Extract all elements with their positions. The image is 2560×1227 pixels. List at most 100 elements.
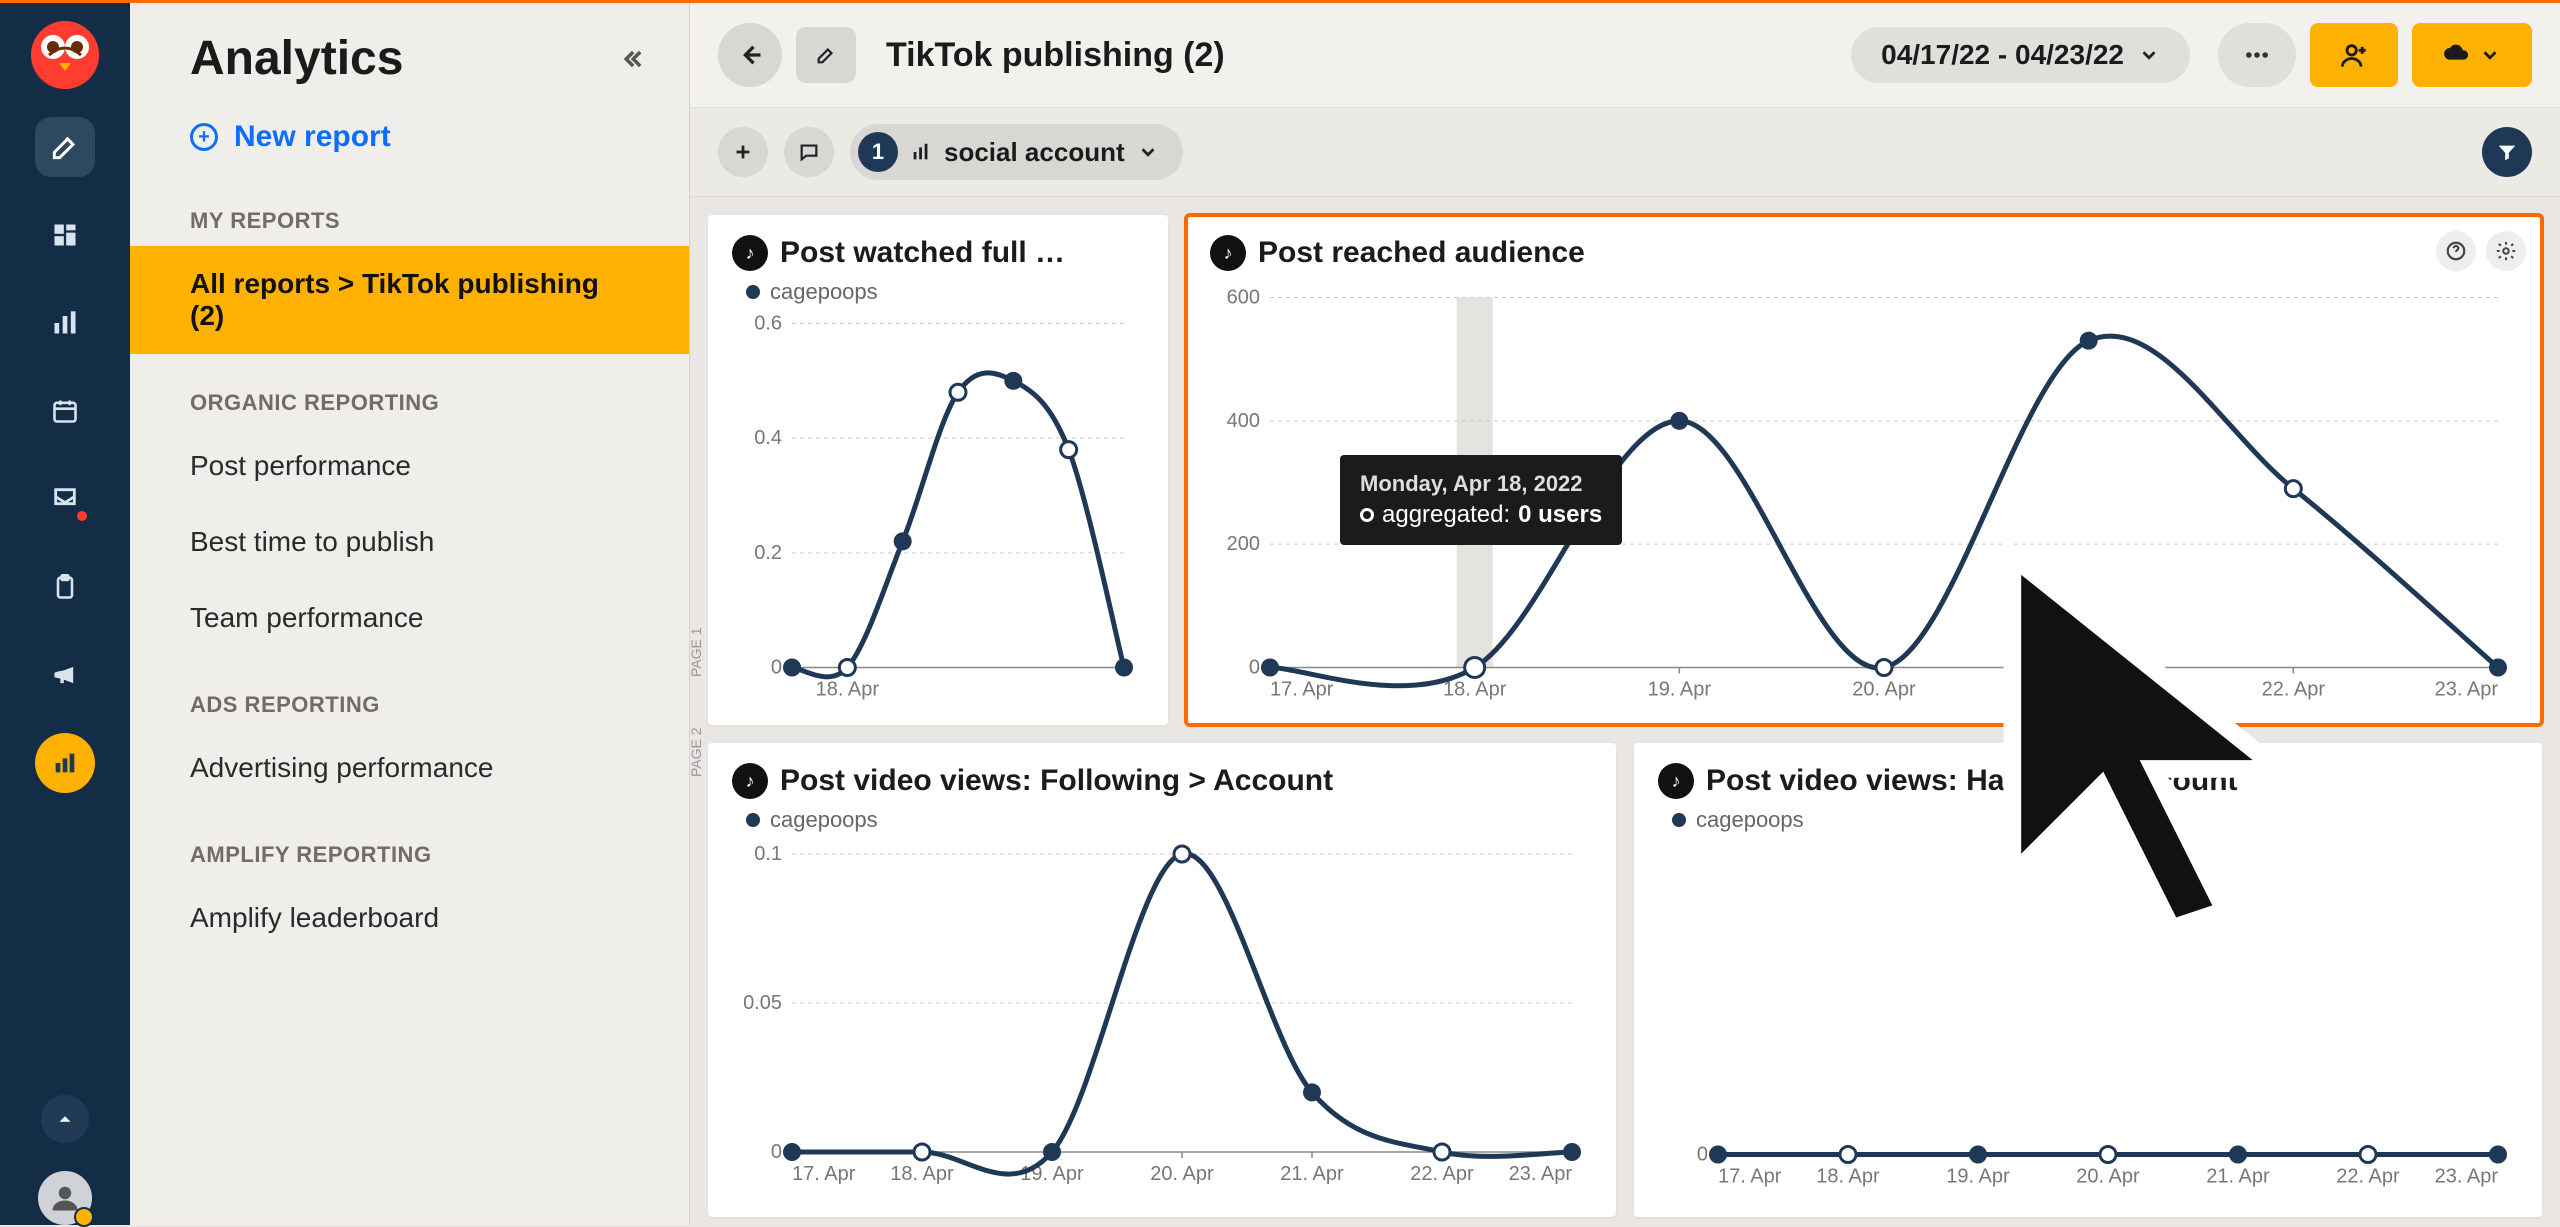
legend-dot-icon [746,285,760,299]
main: TikTok publishing (2) 04/17/22 - 04/23/2… [690,3,2560,1225]
export-button[interactable] [2412,23,2532,87]
card-help-button[interactable] [2436,231,2476,271]
svg-text:0: 0 [1249,657,1260,679]
nav-megaphone[interactable] [35,645,95,705]
svg-text:22. Apr: 22. Apr [2336,1166,2400,1188]
tiktok-icon: ♪ [732,235,768,271]
page-2-label: PAGE 2 [690,727,704,777]
chevron-down-icon [2138,44,2160,66]
nav-dashboard[interactable] [35,205,95,265]
svg-text:200: 200 [1227,533,1260,555]
svg-text:600: 600 [1227,287,1260,309]
chevron-down-icon [1137,141,1159,163]
svg-text:0.05: 0.05 [743,992,782,1014]
tiktok-icon: ♪ [1210,235,1246,271]
svg-text:0: 0 [771,657,782,679]
svg-text:23. Apr: 23. Apr [1509,1163,1573,1185]
card-settings-button[interactable] [2486,231,2526,271]
notification-dot-icon [75,509,89,523]
plus-circle-icon: + [190,123,218,151]
card-video-views-following[interactable]: ♪ Post video views: Following > Account … [708,743,1616,1217]
svg-text:0.1: 0.1 [754,843,782,865]
account-count: 1 [858,132,898,172]
sidebar: Analytics + New report MY REPORTS All re… [130,3,690,1225]
svg-text:0.4: 0.4 [754,427,782,449]
svg-text:19. Apr: 19. Apr [1946,1166,2010,1188]
svg-text:23. Apr: 23. Apr [2435,1166,2499,1188]
svg-text:18. Apr: 18. Apr [816,679,880,701]
nav-insights[interactable] [35,293,95,353]
social-account-filter[interactable]: 1 social account [850,124,1183,180]
more-menu-button[interactable] [2218,23,2296,87]
back-button[interactable] [718,23,782,87]
nav-calendar[interactable] [35,381,95,441]
page-title: TikTok publishing (2) [886,36,1225,75]
sidebar-item-all-reports[interactable]: All reports > TikTok publishing (2) [130,246,689,354]
chart-reached: 020040060017. Apr18. Apr19. Apr20. Apr21… [1210,285,2518,710]
svg-text:0.6: 0.6 [754,313,782,335]
svg-text:20. Apr: 20. Apr [1150,1163,1214,1185]
nav-compose[interactable] [35,117,95,177]
nav-analytics[interactable] [35,733,95,793]
svg-text:17. Apr: 17. Apr [792,1163,856,1185]
nav-inbox[interactable] [35,469,95,529]
svg-text:21. Apr: 21. Apr [2206,1166,2270,1188]
warning-badge-icon [74,1207,94,1227]
card-title: Post watched full … [780,236,1065,270]
svg-text:21. Apr: 21. Apr [1280,1163,1344,1185]
topbar: TikTok publishing (2) 04/17/22 - 04/23/2… [690,3,2560,108]
tiktok-icon: ♪ [732,763,768,799]
sidebar-title: Analytics [190,31,403,86]
svg-text:18. Apr: 18. Apr [890,1163,954,1185]
new-report-label: New report [234,120,391,154]
nav-clipboard[interactable] [35,557,95,617]
svg-text:17. Apr: 17. Apr [1270,679,1334,701]
sidebar-item-ad-performance[interactable]: Advertising performance [130,730,689,806]
tooltip-marker-icon [1360,508,1374,522]
sidebar-collapse-button[interactable] [611,38,653,80]
svg-text:400: 400 [1227,410,1260,432]
report-grid: PAGE 1 PAGE 2 ♪ Post watched full … cage… [690,197,2560,1225]
card-post-reached-audience[interactable]: ♪ Post reached audience 0 200 400 600 17. Ap… [1186,215,2542,725]
card-post-watched-full[interactable]: ♪ Post watched full … cagepoops 00.20.40… [708,215,1168,725]
share-button[interactable] [2310,23,2398,87]
section-amplify: AMPLIFY REPORTING [130,806,689,880]
sidebar-item-post-performance[interactable]: Post performance [130,428,689,504]
daterange-picker[interactable]: 04/17/22 - 04/23/22 [1851,27,2190,83]
comments-button[interactable] [784,127,834,177]
svg-text:19. Apr: 19. Apr [1020,1163,1084,1185]
tooltip-date: Monday, Apr 18, 2022 [1360,471,1602,497]
chart-following: 0 0.05 0.1 17. Apr 18. Apr 19. Apr 20. Apr 21. … [732,839,1592,1197]
section-organic: ORGANIC REPORTING [130,354,689,428]
add-widget-button[interactable] [718,127,768,177]
chart-watched: 0 0.2 0.4 0.6 18. Apr [732,311,1144,710]
legend-label: cagepoops [770,807,878,833]
tooltip-metric: aggregated: [1382,501,1510,529]
svg-text:20. Apr: 20. Apr [2076,1166,2140,1188]
legend-label: cagepoops [770,279,878,305]
account-label: social account [944,137,1125,168]
svg-text:0.2: 0.2 [754,542,782,564]
section-my-reports: MY REPORTS [130,172,689,246]
svg-text:17. Apr: 17. Apr [1718,1166,1782,1188]
svg-text:18. Apr: 18. Apr [1816,1166,1880,1188]
svg-text:0: 0 [1697,1144,1708,1166]
user-avatar[interactable] [38,1171,92,1225]
edit-title-button[interactable] [796,27,856,83]
daterange-label: 04/17/22 - 04/23/22 [1881,39,2124,71]
sidebar-item-amplify-leaderboard[interactable]: Amplify leaderboard [130,880,689,956]
app-logo[interactable] [31,21,99,89]
sidebar-item-team-performance[interactable]: Team performance [130,580,689,656]
chevron-down-icon [2479,44,2501,66]
filter-button[interactable] [2482,127,2532,177]
legend-dot-icon [746,813,760,827]
rail-expand-up[interactable] [41,1095,89,1143]
new-report-button[interactable]: + New report [130,102,689,172]
card-title: Post reached audience [1258,236,1585,270]
cursor-icon [1500,521,2560,946]
card-title: Post video views: Following > Account [780,764,1333,798]
sidebar-item-best-time[interactable]: Best time to publish [130,504,689,580]
svg-text:0: 0 [771,1141,782,1163]
bar-chart-icon [910,141,932,163]
svg-text:18. Apr: 18. Apr [1443,679,1507,701]
